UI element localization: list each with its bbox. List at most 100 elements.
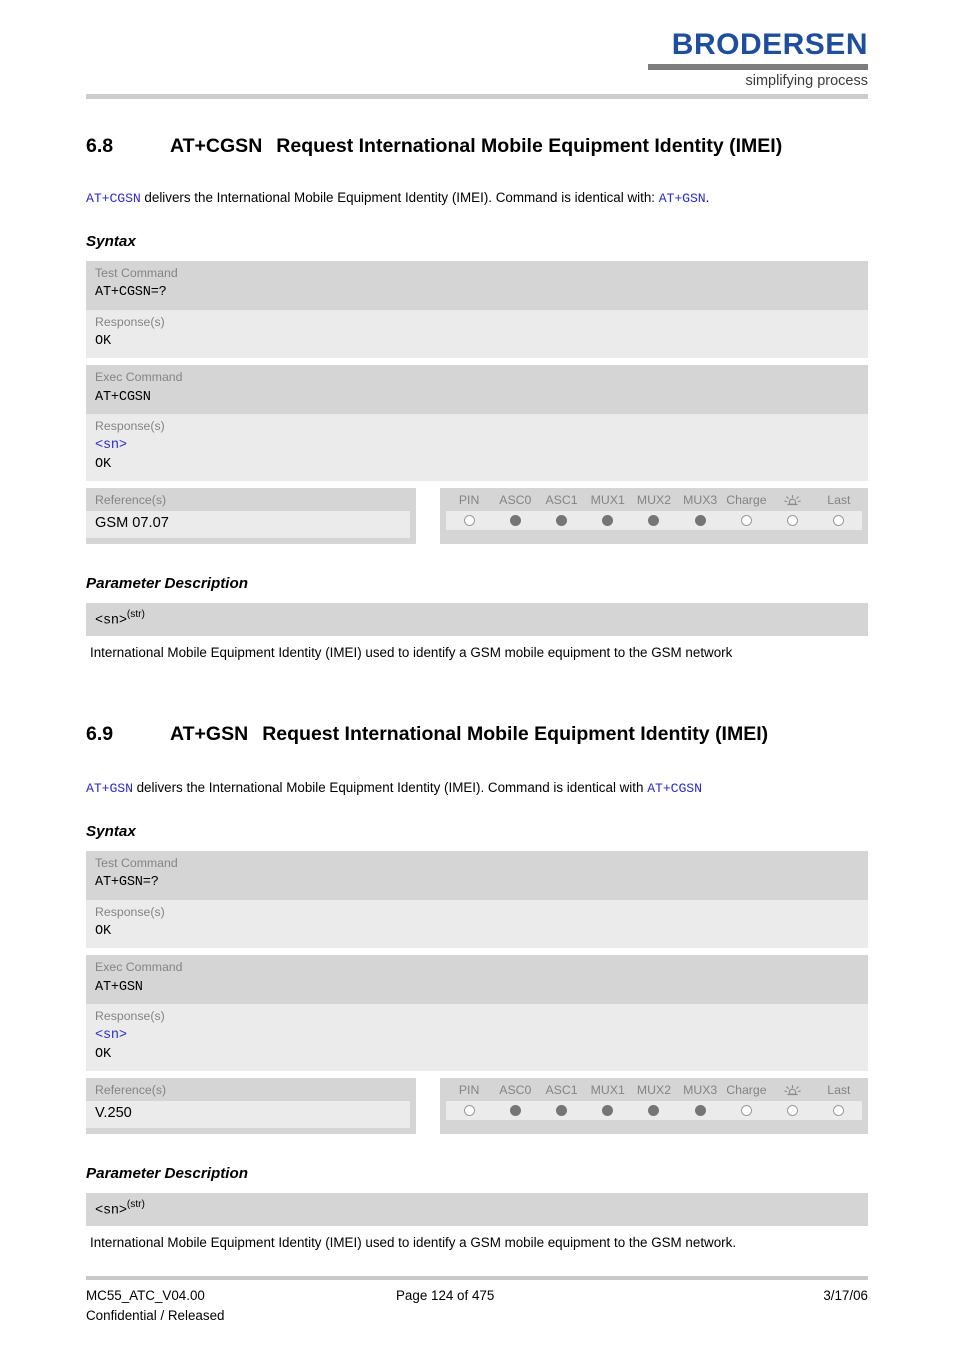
brodersen-logo: BRODERSEN simplifying process: [648, 30, 868, 89]
test-command-label-6-9: Test Command: [86, 850, 868, 874]
table-block-gap-6-9: [86, 948, 868, 956]
reference-box-6-9: Reference(s) V.250: [86, 1078, 416, 1135]
indicator-header-asc0: ASC0: [499, 493, 532, 508]
footer-page-number: Page 124 of 475: [396, 1288, 495, 1303]
indicator-header-last: Last: [827, 493, 851, 508]
indicator-headers-6-9: PIN ASC0 ASC1 MUX1 MUX2 MUX3 Charge Last: [440, 1083, 868, 1101]
indicator-header-mux2: MUX2: [636, 1083, 672, 1098]
parameter-name-box-6-8: <sn>(str): [86, 603, 868, 636]
test-response-value-6-9: OK: [86, 921, 868, 949]
reference-indicator-row-6-8: Reference(s) GSM 07.07 PIN ASC0 ASC1 MUX…: [86, 488, 868, 545]
inline-command-atcgsn: AT+CGSN: [86, 190, 141, 206]
indicator-cell-last: [816, 1105, 862, 1117]
indicator-cells-6-9: [446, 1101, 862, 1121]
indicator-header-mux3: MUX3: [683, 1083, 718, 1098]
parameter-name-box-6-9: <sn>(str): [86, 1193, 868, 1226]
reference-indicator-gap-6-9: [416, 1078, 440, 1135]
reference-box-6-8: Reference(s) GSM 07.07: [86, 488, 416, 545]
indicator-cell-mux2: [631, 515, 677, 527]
indicator-cell-asc1: [538, 515, 584, 527]
indicator-cells-6-8: [446, 511, 862, 531]
indicator-header-charge: Charge: [726, 493, 767, 508]
exec-command-label-6-9: Exec Command: [86, 955, 868, 978]
page-footer: MC55_ATC_V04.00 Page 124 of 475 3/17/06 …: [86, 1276, 868, 1326]
test-response-label-6-9: Response(s): [86, 899, 868, 922]
indicator-cell-mux3: [677, 1105, 723, 1117]
section-command-6-9: AT+GSN: [170, 723, 249, 745]
section-heading-text-6-8: Request International Mobile Equipment I…: [276, 135, 783, 157]
indicator-cell-mux2: [631, 1105, 677, 1117]
parameter-description-heading-6-8: Parameter Description: [86, 575, 249, 593]
indicator-cell-asc1: [538, 1105, 584, 1117]
section-number-6-9: 6.9: [86, 723, 114, 745]
indicator-header-mux1: MUX1: [590, 493, 625, 508]
parameter-type-6-8: (str): [126, 609, 145, 621]
exec-command-value-6-8: AT+CGSN: [86, 387, 868, 414]
test-command-value-6-8: AT+CGSN=?: [86, 283, 868, 310]
indicator-box-6-8: PIN ASC0 ASC1 MUX1 MUX2 MUX3 Charge Last: [440, 488, 868, 545]
exec-response-value-6-8: <sn> OK: [86, 436, 868, 482]
table-block-gap-6-8: [86, 358, 868, 366]
exec-response-param-6-9: <sn>: [95, 1028, 127, 1044]
syntax-heading-6-8: Syntax: [86, 232, 136, 250]
intro-tail-6-8: .: [705, 189, 710, 205]
parameter-name-6-9: <sn>: [95, 1203, 127, 1219]
logo-tagline: simplifying process: [745, 73, 869, 89]
exec-response-param-6-8: <sn>: [95, 438, 127, 454]
reference-indicator-row-6-9: Reference(s) V.250 PIN ASC0 ASC1 MUX1 MU…: [86, 1078, 868, 1135]
footer-divider-rule: [86, 1276, 868, 1280]
test-command-value-6-9: AT+GSN=?: [86, 873, 868, 900]
reference-label-6-9: Reference(s): [95, 1083, 167, 1098]
indicator-header-mux3: MUX3: [683, 493, 718, 508]
test-response-label-6-8: Response(s): [86, 309, 868, 332]
indicator-cell-mux1: [585, 1105, 631, 1117]
page-title-6-8: 6.8 AT+CGSN Request International Mobile …: [86, 134, 868, 160]
logo-wordmark: BRODERSEN: [671, 28, 868, 61]
exec-response-label-6-9: Response(s): [86, 1003, 868, 1027]
exec-response-label-6-8: Response(s): [86, 413, 868, 437]
exec-response-ok-6-9: OK: [95, 1046, 111, 1062]
inline-command-atgsn: AT+GSN: [86, 780, 133, 796]
parameter-description-text-6-9: International Mobile Equipment Identity …: [90, 1234, 737, 1250]
reference-label-6-8: Reference(s): [95, 493, 167, 508]
footer-classification: Confidential / Released: [86, 1308, 225, 1324]
section-number-6-8: 6.8: [86, 135, 114, 157]
reference-value-6-8: GSM 07.07: [86, 511, 410, 539]
test-command-label-6-8: Test Command: [86, 260, 868, 284]
indicator-header-charge: Charge: [726, 1083, 767, 1098]
alarm-icon: [770, 493, 816, 508]
indicator-header-asc1: ASC1: [545, 493, 578, 508]
page-title-6-9: 6.9 AT+GSN Request International Mobile E…: [86, 722, 868, 748]
footer-document-id: MC55_ATC_V04.00: [86, 1288, 205, 1303]
indicator-header-last: Last: [827, 1083, 851, 1098]
indicator-cell-alarm: [770, 1105, 816, 1117]
test-response-value-6-8: OK: [86, 331, 868, 359]
indicator-cell-asc0: [492, 1105, 538, 1117]
indicator-cell-pin: [446, 515, 492, 527]
parameter-description-text-6-8: International Mobile Equipment Identity …: [90, 644, 733, 660]
section-intro-6-8: AT+CGSN delivers the International Mobil…: [86, 188, 868, 208]
syntax-table-6-8: Test Command AT+CGSN=? Response(s) OK Ex…: [86, 260, 868, 482]
document-page: BRODERSEN simplifying process 6.8 AT+CGS…: [0, 0, 954, 1351]
indicator-cell-alarm: [770, 515, 816, 527]
exec-response-ok-6-8: OK: [95, 456, 111, 472]
indicator-cell-mux1: [585, 515, 631, 527]
exec-command-label-6-8: Exec Command: [86, 365, 868, 388]
indicator-cell-charge: [723, 1105, 769, 1117]
logo-divider-bar: [648, 64, 868, 70]
indicator-cell-mux3: [677, 515, 723, 527]
indicator-header-pin: PIN: [458, 1083, 480, 1098]
exec-command-value-6-9: AT+GSN: [86, 977, 868, 1004]
indicator-header-pin: PIN: [458, 493, 480, 508]
section-command-6-8: AT+CGSN: [170, 135, 263, 157]
page-header: BRODERSEN simplifying process: [0, 0, 954, 100]
parameter-type-6-9: (str): [126, 1199, 145, 1211]
indicator-box-6-9: PIN ASC0 ASC1 MUX1 MUX2 MUX3 Charge Last: [440, 1078, 868, 1135]
section-6-8: 6.8 AT+CGSN Request International Mobile …: [86, 134, 868, 662]
indicator-cell-last: [816, 515, 862, 527]
footer-main-row: MC55_ATC_V04.00 Page 124 of 475 3/17/06: [86, 1286, 868, 1305]
reference-indicator-gap-6-8: [416, 488, 440, 545]
intro-text-6-9: delivers the International Mobile Equipm…: [132, 779, 648, 795]
reference-value-6-9: V.250: [86, 1101, 410, 1129]
indicator-header-asc0: ASC0: [499, 1083, 532, 1098]
